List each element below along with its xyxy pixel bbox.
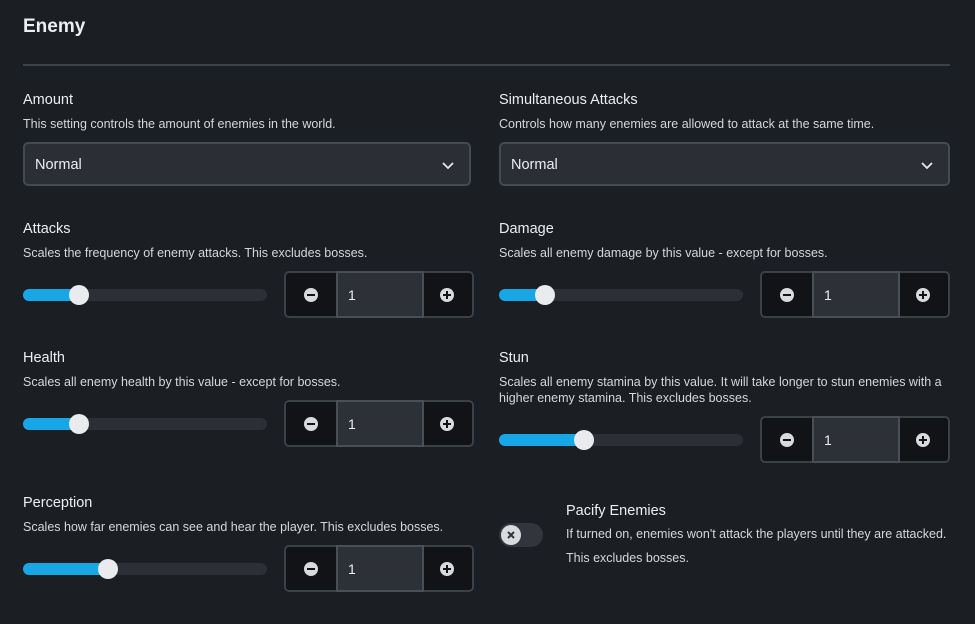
attacks-slider-thumb[interactable] bbox=[69, 285, 90, 305]
setting-stun: Stun Scales all enemy stamina by this va… bbox=[499, 349, 950, 463]
attacks-decrement-button[interactable] bbox=[286, 273, 336, 316]
perception-description: Scales how far enemies can see and hear … bbox=[23, 520, 444, 534]
perception-label: Perception bbox=[23, 495, 93, 511]
chevron-down-icon bbox=[921, 162, 933, 170]
amount-description: This setting controls the amount of enem… bbox=[23, 117, 336, 131]
perception-stepper: 1 bbox=[284, 545, 474, 592]
section-title: Enemy bbox=[23, 16, 86, 37]
damage-description: Scales all enemy damage by this value - … bbox=[499, 246, 828, 260]
health-value-input[interactable]: 1 bbox=[336, 400, 424, 447]
health-decrement-button[interactable] bbox=[286, 402, 336, 445]
minus-circle-icon bbox=[304, 561, 318, 576]
pacify-enemies-label: Pacify Enemies bbox=[566, 503, 666, 519]
setting-attacks: Attacks Scales the frequency of enemy at… bbox=[23, 220, 475, 318]
perception-value: 1 bbox=[348, 561, 356, 577]
setting-pacify-enemies: Pacify Enemies If turned on, enemies won… bbox=[566, 502, 950, 570]
health-slider-thumb[interactable] bbox=[69, 414, 90, 434]
damage-stepper: 1 bbox=[760, 271, 950, 318]
setting-perception: Perception Scales how far enemies can se… bbox=[23, 494, 475, 592]
stun-slider[interactable] bbox=[499, 430, 743, 450]
toggle-knob bbox=[501, 525, 521, 545]
setting-damage: Damage Scales all enemy damage by this v… bbox=[499, 220, 951, 318]
damage-slider[interactable] bbox=[499, 285, 743, 305]
attacks-description: Scales the frequency of enemy attacks. T… bbox=[23, 246, 368, 260]
amount-dropdown[interactable]: Normal bbox=[23, 142, 471, 186]
stun-value: 1 bbox=[824, 432, 832, 448]
perception-value-input[interactable]: 1 bbox=[336, 545, 424, 592]
minus-circle-icon bbox=[304, 416, 318, 431]
plus-circle-icon bbox=[916, 287, 930, 302]
simultaneous-attacks-dropdown[interactable]: Normal bbox=[499, 142, 950, 186]
attacks-label: Attacks bbox=[23, 221, 71, 237]
amount-selected-value: Normal bbox=[35, 157, 82, 173]
stun-slider-thumb[interactable] bbox=[574, 430, 595, 450]
simultaneous-attacks-label: Simultaneous Attacks bbox=[499, 92, 638, 108]
stun-decrement-button[interactable] bbox=[762, 418, 812, 461]
health-description: Scales all enemy health by this value - … bbox=[23, 375, 341, 389]
attacks-value-input[interactable]: 1 bbox=[336, 271, 424, 318]
attacks-value: 1 bbox=[348, 287, 356, 303]
health-slider[interactable] bbox=[23, 414, 267, 434]
plus-circle-icon bbox=[440, 561, 454, 576]
setting-simultaneous-attacks: Simultaneous Attacks Controls how many e… bbox=[499, 91, 951, 186]
stun-description: Scales all enemy stamina by this value. … bbox=[499, 375, 942, 405]
divider bbox=[23, 64, 950, 66]
x-icon bbox=[507, 531, 515, 539]
simultaneous-attacks-selected-value: Normal bbox=[511, 157, 558, 173]
attacks-increment-button[interactable] bbox=[422, 273, 472, 316]
minus-circle-icon bbox=[780, 432, 794, 447]
chevron-down-icon bbox=[442, 162, 454, 170]
damage-decrement-button[interactable] bbox=[762, 273, 812, 316]
perception-increment-button[interactable] bbox=[422, 547, 472, 590]
damage-value-input[interactable]: 1 bbox=[812, 271, 900, 318]
stun-slider-fill bbox=[499, 434, 585, 446]
stun-label: Stun bbox=[499, 350, 529, 366]
stun-stepper: 1 bbox=[760, 416, 950, 463]
stun-increment-button[interactable] bbox=[898, 418, 948, 461]
minus-circle-icon bbox=[304, 287, 318, 302]
minus-circle-icon bbox=[780, 287, 794, 302]
setting-health: Health Scales all enemy health by this v… bbox=[23, 349, 475, 447]
plus-circle-icon bbox=[916, 432, 930, 447]
pacify-enemies-description: If turned on, enemies won't attack the p… bbox=[566, 527, 947, 565]
health-label: Health bbox=[23, 350, 65, 366]
plus-circle-icon bbox=[440, 416, 454, 431]
damage-value: 1 bbox=[824, 287, 832, 303]
simultaneous-attacks-description: Controls how many enemies are allowed to… bbox=[499, 117, 875, 131]
health-value: 1 bbox=[348, 416, 356, 432]
attacks-stepper: 1 bbox=[284, 271, 474, 318]
attacks-slider[interactable] bbox=[23, 285, 267, 305]
damage-increment-button[interactable] bbox=[898, 273, 948, 316]
damage-label: Damage bbox=[499, 221, 554, 237]
setting-amount: Amount This setting controls the amount … bbox=[23, 91, 475, 186]
perception-slider-fill bbox=[23, 563, 109, 575]
perception-slider-thumb[interactable] bbox=[98, 559, 119, 579]
perception-slider[interactable] bbox=[23, 559, 267, 579]
pacify-enemies-toggle[interactable] bbox=[499, 523, 543, 547]
perception-decrement-button[interactable] bbox=[286, 547, 336, 590]
health-stepper: 1 bbox=[284, 400, 474, 447]
health-increment-button[interactable] bbox=[422, 402, 472, 445]
stun-value-input[interactable]: 1 bbox=[812, 416, 900, 463]
amount-label: Amount bbox=[23, 92, 73, 108]
plus-circle-icon bbox=[440, 287, 454, 302]
damage-slider-thumb[interactable] bbox=[535, 285, 556, 305]
